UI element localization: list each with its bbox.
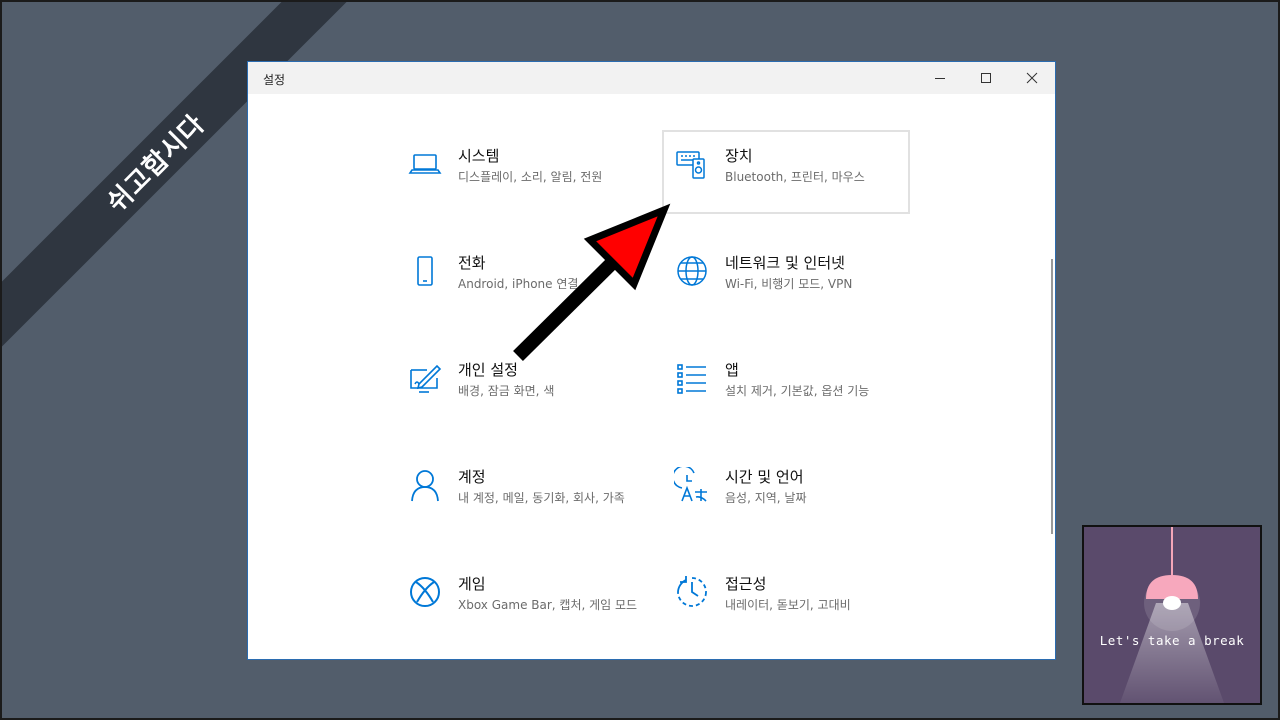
tile-time-language-title: 시간 및 언어 [725, 468, 804, 486]
globe-icon [674, 253, 710, 289]
settings-window: 설정 시스템 디스플레이, 소리, 알림, 전원 장치 Bluetooth, 프… [248, 62, 1055, 659]
laptop-icon [407, 146, 443, 182]
tile-personalization-title: 개인 설정 [458, 361, 518, 379]
minimize-button[interactable] [917, 62, 963, 94]
tile-gaming-desc: Xbox Game Bar, 캡처, 게임 모드 [458, 598, 638, 612]
language-clock-icon [674, 467, 710, 503]
tile-time-language-desc: 음성, 지역, 날짜 [725, 491, 807, 505]
maximize-icon [981, 73, 991, 83]
tile-devices-title: 장치 [725, 147, 753, 165]
tile-devices-desc: Bluetooth, 프린터, 마우스 [725, 170, 865, 184]
break-text: Let's take a break [1099, 633, 1245, 648]
tile-network-desc: Wi-Fi, 비행기 모드, VPN [725, 277, 853, 291]
title-bar: 설정 [248, 62, 1055, 94]
tile-system[interactable]: 시스템 디스플레이, 소리, 알림, 전원 [395, 130, 643, 214]
phone-icon [407, 253, 443, 289]
tile-accessibility[interactable]: 접근성 내레이터, 돋보기, 고대비 [662, 558, 910, 642]
tile-gaming[interactable]: 게임 Xbox Game Bar, 캡처, 게임 모드 [395, 558, 643, 642]
window-title: 설정 [263, 73, 286, 87]
tile-apps[interactable]: 앱 설치 제거, 기본값, 옵션 기능 [662, 344, 910, 428]
tile-system-title: 시스템 [458, 147, 500, 165]
close-icon [1026, 72, 1038, 84]
xbox-icon [407, 574, 443, 610]
break-box: Let's take a break [1082, 525, 1262, 705]
person-icon [407, 467, 443, 503]
keyboard-speaker-icon [674, 146, 710, 182]
tile-devices[interactable]: 장치 Bluetooth, 프린터, 마우스 [662, 130, 910, 214]
tile-personalization-desc: 배경, 잠금 화면, 색 [458, 384, 555, 398]
banner-text: 쉬고합시다 [101, 108, 211, 219]
tile-accessibility-title: 접근성 [725, 575, 767, 593]
tile-accounts-title: 계정 [458, 468, 486, 486]
tile-personalization[interactable]: 개인 설정 배경, 잠금 화면, 색 [395, 344, 643, 428]
maximize-button[interactable] [963, 62, 1009, 94]
tile-time-language[interactable]: 시간 및 언어 음성, 지역, 날짜 [662, 451, 910, 535]
tile-apps-title: 앱 [725, 361, 739, 379]
tile-accessibility-desc: 내레이터, 돋보기, 고대비 [725, 598, 851, 612]
tile-system-desc: 디스플레이, 소리, 알림, 전원 [458, 170, 603, 184]
tile-network[interactable]: 네트워크 및 인터넷 Wi-Fi, 비행기 모드, VPN [662, 237, 910, 321]
tile-network-title: 네트워크 및 인터넷 [725, 254, 845, 272]
close-button[interactable] [1009, 62, 1055, 94]
pen-tablet-icon [407, 360, 443, 396]
tile-gaming-title: 게임 [458, 575, 486, 593]
pendant-lamp-icon [1120, 527, 1224, 703]
tile-accounts[interactable]: 계정 내 계정, 메일, 동기화, 회사, 가족 [395, 451, 643, 535]
tile-phone[interactable]: 전화 Android, iPhone 연결 [395, 237, 643, 321]
apps-list-icon [674, 360, 710, 396]
tile-apps-desc: 설치 제거, 기본값, 옵션 기능 [725, 384, 870, 398]
tile-phone-title: 전화 [458, 254, 486, 272]
accessibility-icon [674, 574, 710, 610]
tile-accounts-desc: 내 계정, 메일, 동기화, 회사, 가족 [458, 491, 625, 505]
minimize-icon [935, 78, 945, 79]
tile-phone-desc: Android, iPhone 연결 [458, 277, 579, 291]
scrollbar[interactable] [1051, 259, 1053, 534]
